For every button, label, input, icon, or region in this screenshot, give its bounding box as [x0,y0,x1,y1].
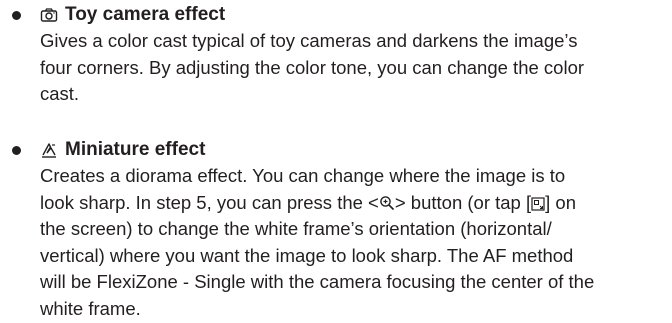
description-line: vertical) where you want the image to lo… [40,244,574,266]
description-text: look sharp. In step 5, you can press the… [40,191,379,213]
description-line: Gives a color cast typical of toy camera… [40,30,578,51]
description-line: white frame. [40,297,141,319]
description-text: > button (or tap [ [394,191,532,213]
description-line: four corners. By adjusting the color ton… [40,56,585,78]
description-line: cast. [40,83,80,105]
bullet-icon [12,146,21,155]
toy-camera-icon [40,6,58,24]
magnify-icon [379,195,395,211]
description-line: the screen) to change the white frame’s … [40,218,552,240]
description-text: ] on [545,191,576,213]
item-title: Toy camera effect [65,4,226,25]
item-title: Miniature effect [65,139,206,160]
description-line-with-icons: look sharp. In step 5, you can press the… [40,190,668,217]
description-line: Creates a diorama effect. You can change… [40,165,566,186]
bullet-icon [12,11,21,20]
frame-orientation-icon [531,196,545,211]
miniature-effect-icon [40,141,58,159]
item-heading: Toy camera effect [40,2,225,28]
item-description: Gives a color cast typical of toy camera… [40,28,668,108]
manual-page: Toy camera effect Gives a color cast typ… [0,0,672,319]
item-heading: Miniature effect [40,137,205,163]
description-line: will be FlexiZone - Single with the came… [40,271,595,293]
